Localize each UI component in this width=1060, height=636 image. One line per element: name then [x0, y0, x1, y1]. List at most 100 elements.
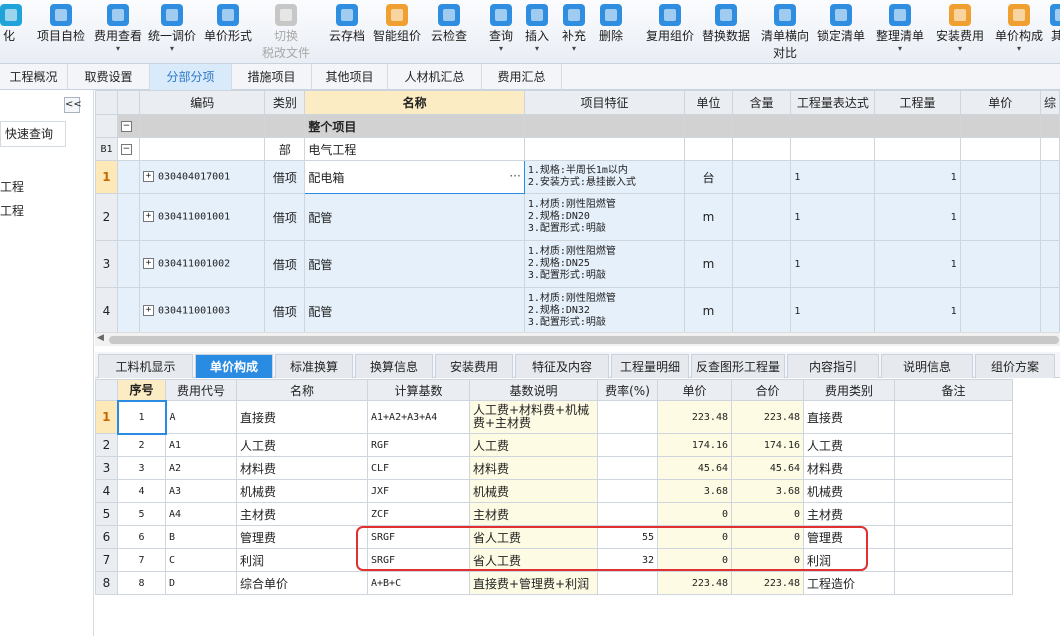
remark-cell[interactable] — [894, 400, 1013, 434]
name-cell[interactable]: 配电箱 ··· — [304, 160, 525, 194]
qty-cell[interactable]: 1 — [874, 287, 961, 335]
nav-tab[interactable]: 其他项目 — [312, 64, 388, 90]
col-seq[interactable]: 序号 — [117, 379, 166, 401]
feature-cell[interactable]: 1.材质:刚性阻燃管 2.规格:DN20 3.配置形式:明敲 — [523, 193, 686, 241]
table-row[interactable]: 1 +030404017001 借项 配电箱 ··· 1.规格:半周长1m以内 2.安装方… — [95, 160, 1060, 194]
collapse-icon[interactable]: − — [120, 144, 132, 155]
base-cell[interactable]: A+B+C — [367, 571, 470, 595]
toolbar-lock-list-button[interactable]: 锁定清单 — [816, 0, 866, 62]
fee-code-cell[interactable]: C — [165, 548, 237, 572]
col-fee-code[interactable]: 费用代号 — [165, 379, 237, 401]
quick-search-button[interactable]: 快速查询 — [0, 121, 66, 147]
seq-cell[interactable]: 3 — [117, 456, 166, 480]
toolbar-other-button[interactable]: 其 — [1050, 0, 1060, 62]
base-cell[interactable]: A1+A2+A3+A4 — [367, 400, 470, 434]
toolbar-cloud-save-button[interactable]: 云存档 — [326, 0, 368, 62]
seq-cell[interactable]: 6 — [117, 525, 166, 549]
category-cell[interactable]: 人工费 — [803, 433, 895, 457]
expand-icon[interactable]: + — [142, 171, 154, 183]
remark-cell[interactable] — [894, 525, 1013, 549]
toolbar-price-form-button[interactable]: 单价形式 — [200, 0, 256, 62]
name-cell[interactable]: 配管 — [304, 287, 525, 335]
col-unit-price[interactable]: 单价 — [657, 379, 732, 401]
category-cell[interactable]: 直接费 — [803, 400, 895, 434]
base-cell[interactable]: ZCF — [367, 502, 470, 526]
name-cell[interactable]: 机械费 — [236, 479, 368, 503]
table-row[interactable]: 3 3 A2 材料费 CLF 材料费 45.64 45.64 材料费 — [95, 456, 1013, 480]
tab-bottom[interactable]: 组价方案 — [975, 354, 1055, 378]
table-row[interactable]: − 整个项目 — [95, 114, 1060, 138]
tree-item-project[interactable]: 工程 — [0, 202, 24, 219]
expr-cell[interactable]: 1 — [790, 287, 876, 335]
unit-cell[interactable]: m — [684, 240, 733, 288]
tab-bottom[interactable]: 工程量明细 — [611, 354, 689, 378]
code-cell[interactable]: +030411001003 — [138, 287, 266, 335]
category-cell[interactable]: 主材费 — [803, 502, 895, 526]
content-cell[interactable] — [731, 287, 792, 335]
price-cell[interactable] — [959, 287, 1041, 335]
col-name[interactable]: 名称 — [236, 379, 368, 401]
content-cell[interactable] — [731, 240, 792, 288]
table-row[interactable]: B1− 部电气工程 — [95, 137, 1060, 161]
tree-item-project[interactable]: 工程 — [0, 178, 24, 195]
toolbar-organize-list-button[interactable]: 整理清单 ▾ — [870, 0, 930, 62]
table-row[interactable]: 2 2 A1 人工费 RGF 人工费 174.16 174.16 人工费 — [95, 433, 1013, 457]
rate-cell[interactable] — [597, 456, 658, 480]
col-unit[interactable]: 单位 — [684, 90, 733, 115]
name-cell[interactable]: 主材费 — [236, 502, 368, 526]
toolbar-reuse-price-button[interactable]: 复用组价 — [644, 0, 696, 62]
nav-tab[interactable]: 措施项目 — [232, 64, 312, 90]
content-cell[interactable] — [731, 160, 792, 194]
price-cell[interactable] — [959, 160, 1041, 194]
fee-code-cell[interactable]: A3 — [165, 479, 237, 503]
collapse-panel-button[interactable]: << — [64, 97, 82, 113]
scroll-left-icon[interactable]: ◀ — [97, 333, 104, 343]
seq-cell[interactable]: 7 — [117, 548, 166, 572]
seq-cell[interactable]: 8 — [117, 571, 166, 595]
seq-cell[interactable]: 4 — [117, 479, 166, 503]
rate-cell[interactable] — [597, 571, 658, 595]
col-total[interactable]: 综 — [1039, 90, 1060, 115]
seq-cell[interactable]: 1 — [116, 399, 167, 435]
name-cell[interactable]: 配管 — [304, 240, 525, 288]
col-remark[interactable]: 备注 — [894, 379, 1013, 401]
toolbar-cost-view-button[interactable]: 费用查看 ▾ — [91, 0, 145, 62]
tab-bottom[interactable]: 特征及内容 — [515, 354, 609, 378]
nav-tab[interactable]: 人材机汇总 — [388, 64, 482, 90]
code-cell[interactable]: +030411001002 — [138, 240, 266, 288]
toolbar-price-composition-button[interactable]: 单价构成 ▾ — [989, 0, 1049, 62]
qty-cell[interactable]: 1 — [874, 193, 961, 241]
unit-cell[interactable]: 台 — [684, 160, 733, 194]
scrollbar-thumb[interactable] — [109, 336, 1059, 344]
tab-bottom[interactable]: 换算信息 — [355, 354, 433, 378]
remark-cell[interactable] — [894, 571, 1013, 595]
col-feature[interactable]: 项目特征 — [523, 90, 686, 115]
rate-cell[interactable] — [597, 400, 658, 434]
name-cell[interactable]: 整个项目 — [304, 114, 525, 138]
tree-toggle[interactable]: − — [116, 114, 140, 138]
toolbar-self-check-button[interactable]: 项目自检 — [32, 0, 90, 62]
col-content[interactable]: 含量 — [731, 90, 792, 115]
seq-cell[interactable]: 2 — [117, 433, 166, 457]
name-cell[interactable]: 综合单价 — [236, 571, 368, 595]
toolbar-price-adjust-button[interactable]: 统一调价 ▾ — [146, 0, 198, 62]
more-icon[interactable]: ··· — [509, 169, 520, 183]
fee-code-cell[interactable]: A1 — [165, 433, 237, 457]
expr-cell[interactable]: 1 — [790, 240, 876, 288]
category-cell[interactable]: 机械费 — [803, 479, 895, 503]
toolbar-replace-data-button[interactable]: 替换数据 — [699, 0, 753, 62]
col-rate[interactable]: 费率(%) — [597, 379, 658, 401]
category-cell[interactable]: 工程造价 — [803, 571, 895, 595]
name-cell[interactable]: 直接费 — [236, 400, 368, 434]
tab-bottom[interactable]: 工料机显示 — [98, 354, 193, 378]
price-cell[interactable] — [959, 193, 1041, 241]
table-row[interactable]: 5 5 A4 主材费 ZCF 主材费 0 0 主材费 — [95, 502, 1013, 526]
tab-bottom[interactable]: 安装费用 — [435, 354, 513, 378]
nav-tab[interactable]: 分部分项 — [150, 64, 232, 90]
col-expr[interactable]: 工程量表达式 — [790, 90, 876, 115]
toolbar-insert-button[interactable]: 插入 ▾ — [520, 0, 554, 62]
table-row[interactable]: 1 1 A 直接费 A1+A2+A3+A4 人工费+材料费+机械费+主材费 223.48 22… — [95, 399, 1013, 435]
table-row[interactable]: 8 8 D 综合单价 A+B+C 直接费+管理费+利润 223.48 223.48 工程造价 — [95, 571, 1013, 595]
table-row[interactable]: 4 4 A3 机械费 JXF 机械费 3.68 3.68 机械费 — [95, 479, 1013, 503]
base-cell[interactable]: CLF — [367, 456, 470, 480]
